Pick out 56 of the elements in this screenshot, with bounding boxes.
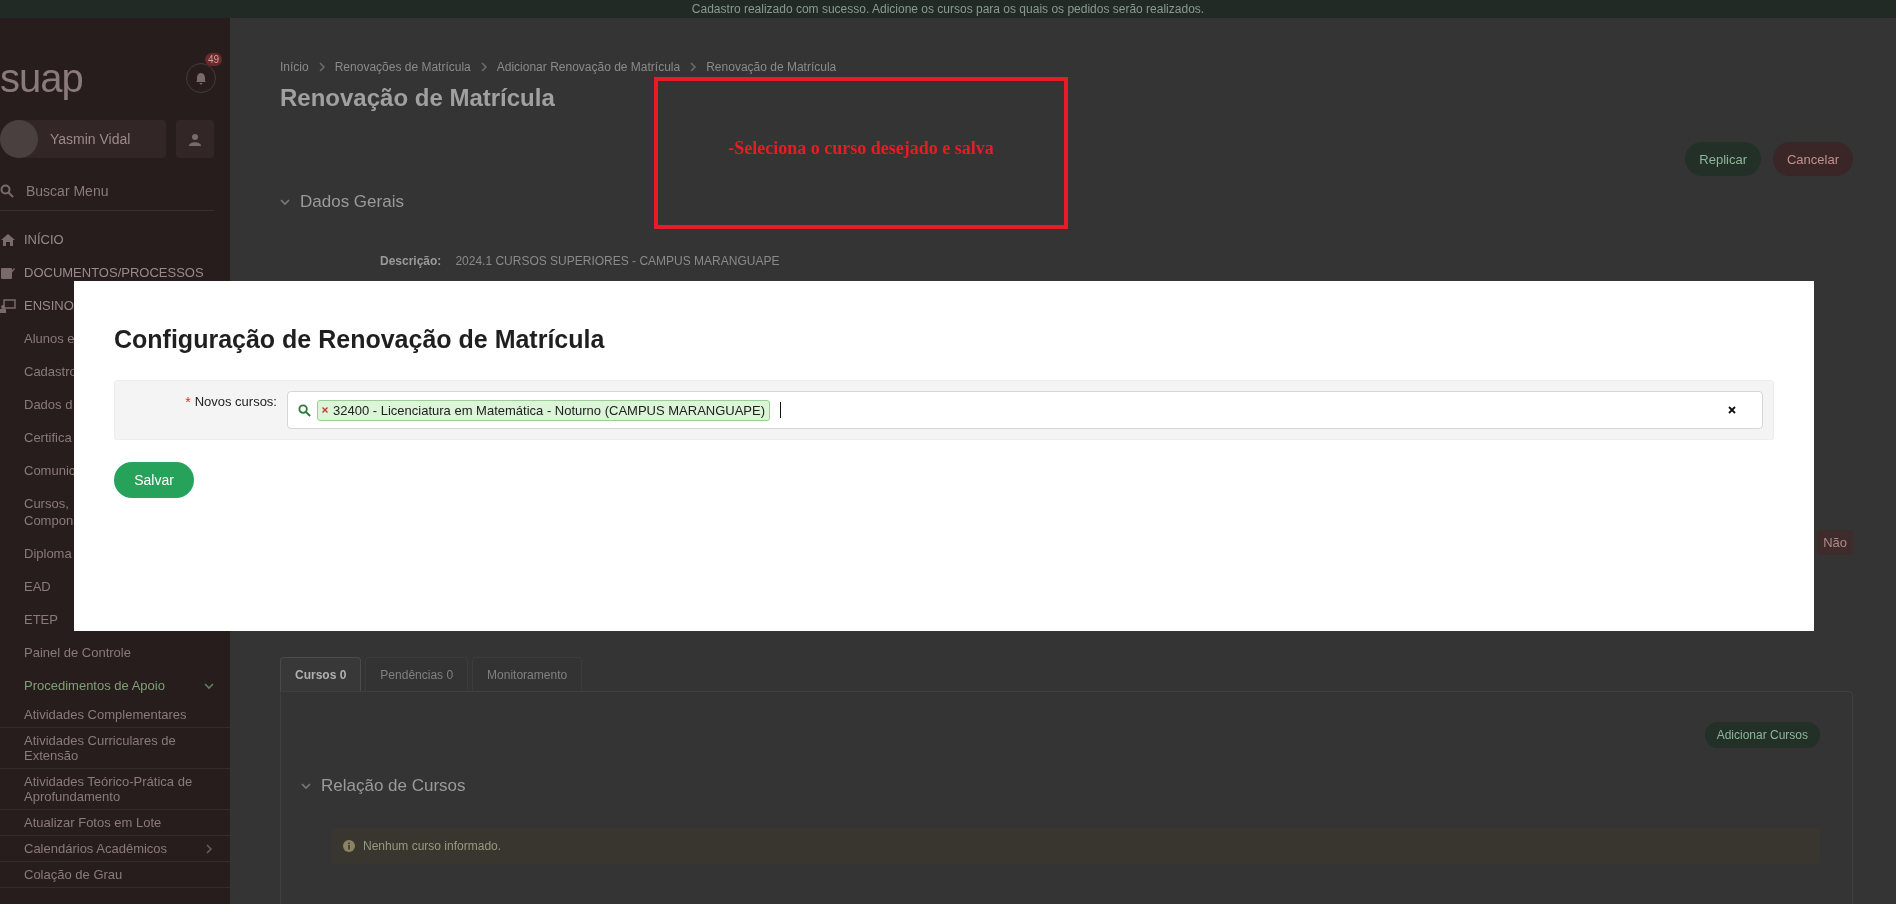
status-badge: Não	[1817, 530, 1853, 555]
menu-item[interactable]: Atividades Complementares	[0, 702, 230, 728]
bell-icon	[195, 71, 207, 85]
field-label: Novos cursos:	[194, 394, 277, 411]
menu-item[interactable]: Calendários Acadêmicos	[0, 836, 230, 862]
text-cursor	[780, 402, 782, 418]
action-button[interactable]: Cancelar	[1772, 142, 1853, 176]
person-icon	[189, 132, 201, 146]
clear-icon[interactable]	[1728, 406, 1736, 414]
page-title: Renovação de Matrícula	[280, 84, 556, 112]
chevron-icon	[688, 62, 699, 72]
menu-item[interactable]: Colação de Grau	[0, 862, 230, 888]
info-alert: Nenhum curso informado.	[331, 828, 1820, 864]
action-button[interactable]: Replicar	[1685, 142, 1761, 176]
info-icon	[343, 840, 355, 852]
course-select-field[interactable]: 32400 - Licenciatura em Matemática - Noturno (CAMPUS MARANGUAPE)	[287, 391, 1763, 429]
menu-item[interactable]: Atividades Curriculares de Extensão	[0, 728, 230, 769]
menu-item[interactable]: Atualizar Fotos em Lote	[0, 810, 230, 836]
menu-section[interactable]: INÍCIO	[0, 223, 230, 256]
chevron-icon	[478, 62, 489, 72]
menu-item[interactable]: Atividades Teórico-Prática de Aprofundamento	[0, 769, 230, 810]
tab[interactable]: Pendências 0	[365, 657, 469, 691]
tab[interactable]: Monitoramento	[472, 657, 583, 691]
save-button[interactable]: Salvar	[114, 462, 194, 498]
remove-icon[interactable]	[322, 407, 328, 413]
field-value: 2024.1 CURSOS SUPERIORES - CAMPUS MARANGUAPE	[455, 254, 780, 268]
menu-group[interactable]: Procedimentos de Apoio	[0, 669, 230, 702]
menu-section[interactable]: ENSINO	[0, 289, 230, 322]
notification-count: 49	[204, 53, 222, 66]
menu-item[interactable]: Painel de Controle	[0, 636, 230, 669]
user-button[interactable]	[176, 120, 214, 158]
breadcrumb-link[interactable]: Renovação de Matrícula	[706, 60, 837, 74]
teacher-board-icon	[0, 298, 16, 313]
field-label: Descrição:	[380, 254, 442, 268]
logo: suap	[0, 56, 83, 100]
document-icon	[0, 265, 16, 280]
required-mark: *	[185, 394, 191, 412]
menu-section[interactable]: DOCUMENTOS/PROCESSOS	[0, 256, 230, 289]
search-icon	[0, 184, 14, 198]
chevron-icon	[316, 62, 327, 72]
search-icon	[298, 403, 311, 417]
modal-title: Configuração de Renovação de Matrícula	[114, 325, 606, 354]
breadcrumb-link[interactable]: Adicionar Renovação de Matrícula	[496, 60, 681, 74]
user-profile-button[interactable]: Yasmin Vidal	[0, 120, 166, 158]
avatar	[0, 120, 38, 158]
home-icon	[0, 232, 16, 247]
tab[interactable]: Cursos 0	[280, 657, 362, 691]
section-title: Relação de Cursos	[321, 776, 466, 796]
breadcrumb-link[interactable]: Renovações de Matrícula	[334, 60, 471, 74]
breadcrumb-link[interactable]: Início	[280, 60, 309, 74]
add-courses-button[interactable]: Adicionar Cursos	[1704, 722, 1820, 748]
menu-search-field[interactable]: Buscar Menu	[24, 182, 204, 200]
section-title: Dados Gerais	[300, 192, 404, 212]
annotation-text: -Seleciona o curso desejado e salva	[728, 137, 994, 159]
selected-course-tag[interactable]: 32400 - Licenciatura em Matemática - Noturno (CAMPUS MARANGUAPE)	[317, 399, 771, 421]
success-message: Cadastro realizado com sucesso. Adicione os cursos para os quais os pedidos serão realizados.	[691, 2, 1205, 16]
